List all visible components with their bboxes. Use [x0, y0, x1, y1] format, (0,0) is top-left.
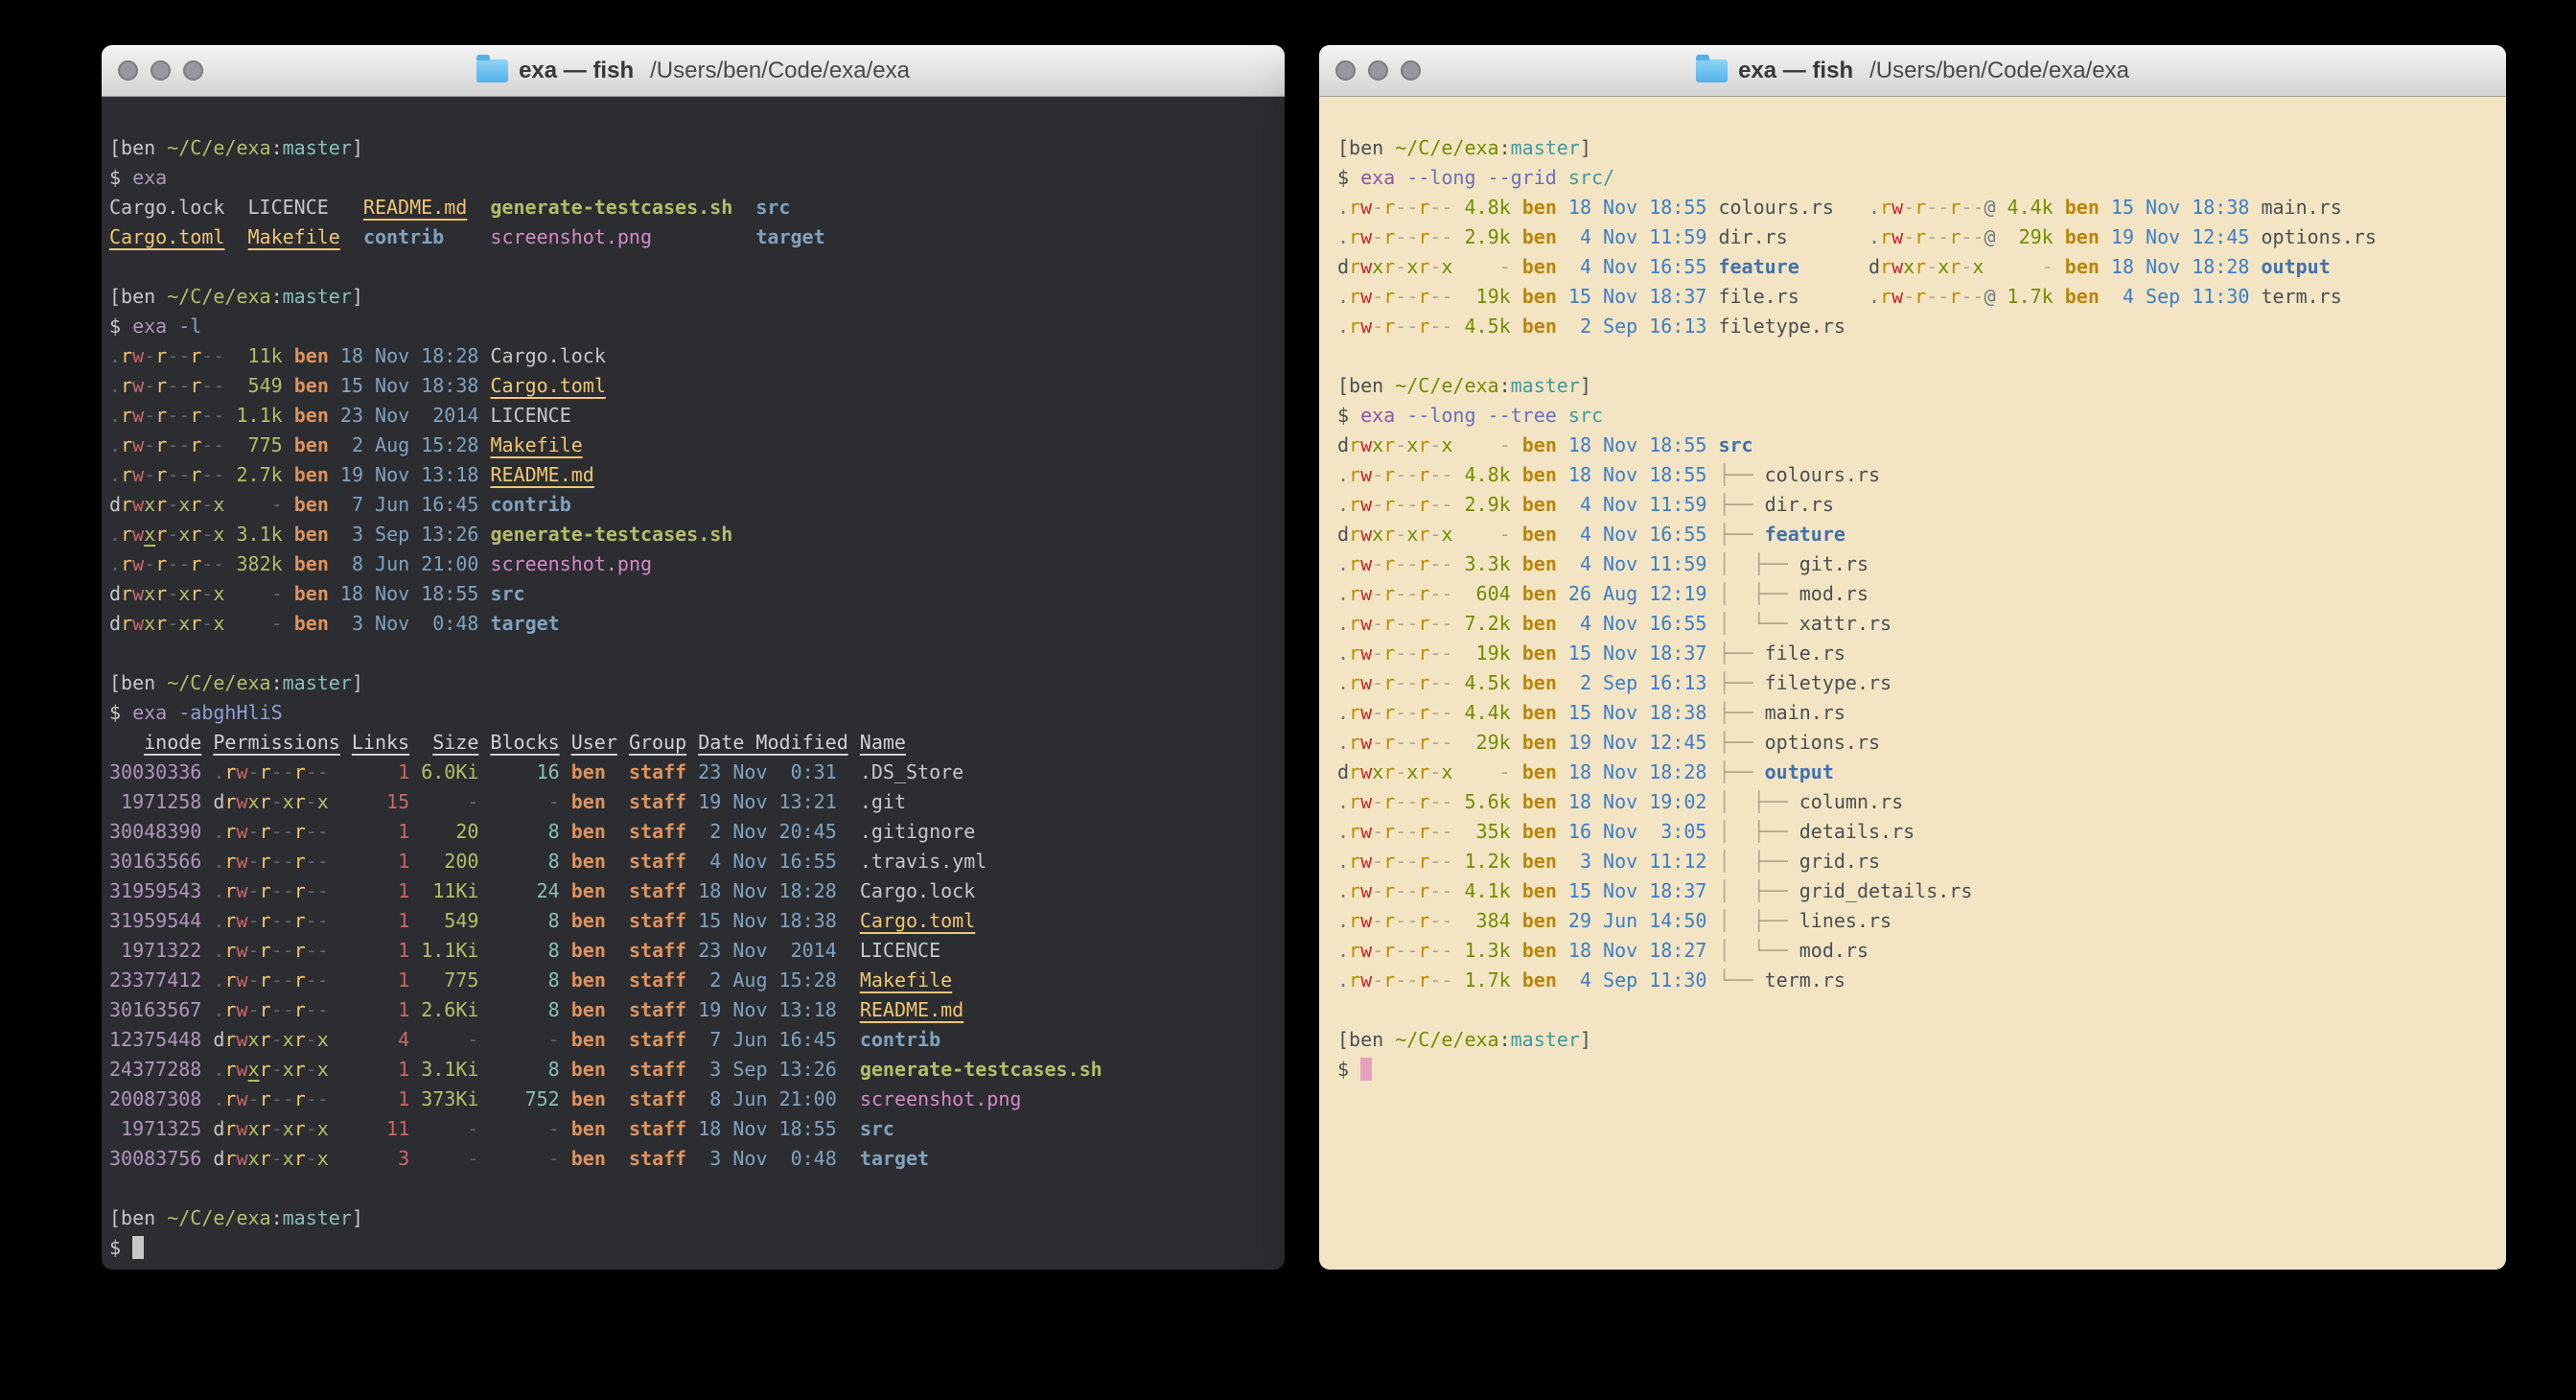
terminal-line: drwxr-xr-x - ben 4 Nov 16:55 ├── feature [1337, 520, 2500, 549]
terminal-line: .rw-r--r-- 1.1k ben 23 Nov 2014 LICENCE [109, 401, 1279, 431]
terminal-window-light: exa — fish /Users/ben/Code/exa/exa [ben … [1319, 45, 2506, 1270]
window-controls [118, 45, 203, 96]
terminal-line: inode Permissions Links Size Blocks User… [109, 728, 1279, 758]
terminal-line [1337, 341, 2500, 371]
terminal-line: .rw-r--r-- 3.3k ben 4 Nov 11:59 │ ├── gi… [1337, 549, 2500, 579]
terminal-line: $ [1337, 1055, 2500, 1085]
terminal-line: .rw-r--r-- 11k ben 18 Nov 18:28 Cargo.lo… [109, 341, 1279, 371]
terminal-line: $ exa [109, 163, 1279, 193]
terminal-line: 30048390 .rw-r--r-- 1 20 8 ben staff 2 N… [109, 817, 1279, 847]
terminal-line: 30163566 .rw-r--r-- 1 200 8 ben staff 4 … [109, 847, 1279, 876]
terminal-line: $ exa -abghHliS [109, 698, 1279, 728]
terminal-line: .rw-r--r-- 604 ben 26 Aug 12:19 │ ├── mo… [1337, 579, 2500, 609]
minimize-button[interactable] [1368, 60, 1388, 81]
terminal-line: .rw-r--r-- 35k ben 16 Nov 3:05 │ ├── det… [1337, 817, 2500, 847]
window-controls [1335, 45, 1421, 96]
terminal-line: drwxr-xr-x - ben 4 Nov 16:55 feature drw… [1337, 252, 2500, 282]
window-title-app: exa — fish [1738, 58, 1853, 84]
window-title-app: exa — fish [519, 58, 634, 84]
window-title-path: /Users/ben/Code/exa/exa [650, 58, 910, 84]
terminal-line: 24377288 .rwxr-xr-x 1 3.1Ki 8 ben staff … [109, 1055, 1279, 1085]
terminal-line: 1971325 drwxr-xr-x 11 - - ben staff 18 N… [109, 1114, 1279, 1144]
terminal-content-dark[interactable]: [ben ~/C/e/exa:master]$ exaCargo.lock LI… [102, 97, 1285, 1263]
terminal-line: $ exa -l [109, 312, 1279, 341]
terminal-line: .rw-r--r-- 19k ben 15 Nov 18:37 ├── file… [1337, 639, 2500, 668]
terminal-line: Cargo.toml Makefile contrib screenshot.p… [109, 222, 1279, 252]
terminal-line: .rw-r--r-- 384 ben 29 Jun 14:50 │ ├── li… [1337, 906, 2500, 936]
terminal-line: .rw-r--r-- 382k ben 8 Jun 21:00 screensh… [109, 549, 1279, 579]
terminal-line: .rw-r--r-- 4.8k ben 18 Nov 18:55 colours… [1337, 193, 2500, 222]
window-title: exa — fish /Users/ben/Code/exa/exa [476, 58, 910, 84]
terminal-content-light[interactable]: [ben ~/C/e/exa:master]$ exa --long --gri… [1319, 97, 2506, 1085]
terminal-line [109, 639, 1279, 668]
terminal-line: .rw-r--r-- 4.5k ben 2 Sep 16:13 ├── file… [1337, 668, 2500, 698]
terminal-line: .rw-r--r-- 4.4k ben 15 Nov 18:38 ├── mai… [1337, 698, 2500, 728]
minimize-button[interactable] [151, 60, 171, 81]
terminal-line: drwxr-xr-x - ben 18 Nov 18:55 src [109, 579, 1279, 609]
terminal-line: 1971322 .rw-r--r-- 1 1.1Ki 8 ben staff 2… [109, 936, 1279, 966]
window-title-path: /Users/ben/Code/exa/exa [1869, 58, 2129, 84]
close-button[interactable] [118, 60, 138, 81]
close-button[interactable] [1335, 60, 1356, 81]
terminal-line: drwxr-xr-x - ben 7 Jun 16:45 contrib [109, 490, 1279, 520]
terminal-line: $ exa --long --tree src [1337, 401, 2500, 431]
terminal-line: .rw-r--r-- 2.9k ben 4 Nov 11:59 ├── dir.… [1337, 490, 2500, 520]
terminal-line: $ exa --long --grid src/ [1337, 163, 2500, 193]
terminal-line: .rw-r--r-- 549 ben 15 Nov 18:38 Cargo.to… [109, 371, 1279, 401]
terminal-line: Cargo.lock LICENCE README.md generate-te… [109, 193, 1279, 222]
terminal-line: .rw-r--r-- 2.7k ben 19 Nov 13:18 README.… [109, 460, 1279, 490]
terminal-line: .rw-r--r-- 4.8k ben 18 Nov 18:55 ├── col… [1337, 460, 2500, 490]
terminal-line [1337, 995, 2500, 1025]
terminal-line: .rw-r--r-- 19k ben 15 Nov 18:37 file.rs … [1337, 282, 2500, 312]
terminal-line: [ben ~/C/e/exa:master] [109, 1203, 1279, 1233]
terminal-line: [ben ~/C/e/exa:master] [109, 282, 1279, 312]
terminal-line: $ [109, 1233, 1279, 1263]
terminal-line: 30083756 drwxr-xr-x 3 - - ben staff 3 No… [109, 1144, 1279, 1174]
terminal-line: .rw-r--r-- 1.2k ben 3 Nov 11:12 │ ├── gr… [1337, 847, 2500, 876]
terminal-line: 30030336 .rw-r--r-- 1 6.0Ki 16 ben staff… [109, 758, 1279, 787]
terminal-line: drwxr-xr-x - ben 18 Nov 18:28 ├── output [1337, 758, 2500, 787]
terminal-line: [ben ~/C/e/exa:master] [109, 668, 1279, 698]
terminal-line: 1971258 drwxr-xr-x 15 - - ben staff 19 N… [109, 787, 1279, 817]
terminal-line: .rw-r--r-- 4.5k ben 2 Sep 16:13 filetype… [1337, 312, 2500, 341]
terminal-line: 31959543 .rw-r--r-- 1 11Ki 24 ben staff … [109, 876, 1279, 906]
terminal-line: drwxr-xr-x - ben 18 Nov 18:55 src [1337, 431, 2500, 460]
terminal-line [109, 1174, 1279, 1203]
terminal-line: .rw-r--r-- 5.6k ben 18 Nov 19:02 │ ├── c… [1337, 787, 2500, 817]
terminal-line: .rw-r--r-- 1.7k ben 4 Sep 11:30 └── term… [1337, 966, 2500, 995]
window-title: exa — fish /Users/ben/Code/exa/exa [1696, 58, 2129, 84]
terminal-line: 30163567 .rw-r--r-- 1 2.6Ki 8 ben staff … [109, 995, 1279, 1025]
folder-icon [1696, 59, 1728, 82]
terminal-line: 12375448 drwxr-xr-x 4 - - ben staff 7 Ju… [109, 1025, 1279, 1055]
terminal-line: 31959544 .rw-r--r-- 1 549 8 ben staff 15… [109, 906, 1279, 936]
terminal-line: .rw-r--r-- 7.2k ben 4 Nov 16:55 │ └── xa… [1337, 609, 2500, 639]
titlebar[interactable]: exa — fish /Users/ben/Code/exa/exa [102, 45, 1285, 97]
terminal-line: 20087308 .rw-r--r-- 1 373Ki 752 ben staf… [109, 1085, 1279, 1114]
terminal-line [109, 252, 1279, 282]
terminal-line: .rw-r--r-- 775 ben 2 Aug 15:28 Makefile [109, 431, 1279, 460]
terminal-line: 23377412 .rw-r--r-- 1 775 8 ben staff 2 … [109, 966, 1279, 995]
terminal-line: [ben ~/C/e/exa:master] [1337, 371, 2500, 401]
terminal-line: [ben ~/C/e/exa:master] [1337, 133, 2500, 163]
terminal-line: .rwxr-xr-x 3.1k ben 3 Sep 13:26 generate… [109, 520, 1279, 549]
zoom-button[interactable] [183, 60, 203, 81]
terminal-line: drwxr-xr-x - ben 3 Nov 0:48 target [109, 609, 1279, 639]
terminal-window-dark: exa — fish /Users/ben/Code/exa/exa [ben … [102, 45, 1285, 1270]
folder-icon [476, 59, 508, 82]
terminal-line: [ben ~/C/e/exa:master] [109, 133, 1279, 163]
terminal-line: .rw-r--r-- 29k ben 19 Nov 12:45 ├── opti… [1337, 728, 2500, 758]
terminal-line: .rw-r--r-- 4.1k ben 15 Nov 18:37 │ ├── g… [1337, 876, 2500, 906]
terminal-line: [ben ~/C/e/exa:master] [1337, 1025, 2500, 1055]
terminal-line: .rw-r--r-- 1.3k ben 18 Nov 18:27 │ └── m… [1337, 936, 2500, 966]
zoom-button[interactable] [1401, 60, 1421, 81]
terminal-line: .rw-r--r-- 2.9k ben 4 Nov 11:59 dir.rs .… [1337, 222, 2500, 252]
titlebar[interactable]: exa — fish /Users/ben/Code/exa/exa [1319, 45, 2506, 97]
